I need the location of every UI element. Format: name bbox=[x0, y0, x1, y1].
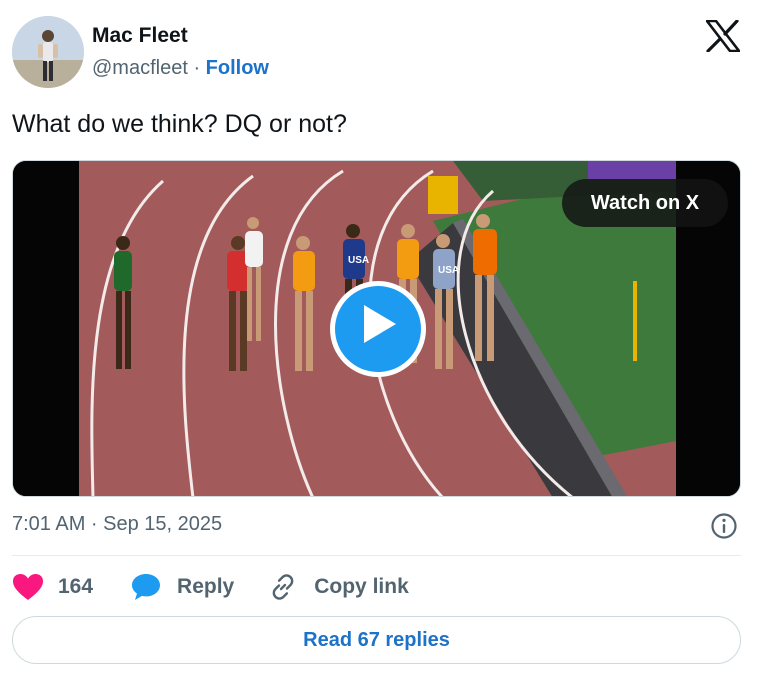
watch-on-x-button[interactable]: Watch on X bbox=[562, 179, 728, 227]
author-handle-row: @macfleet · Follow bbox=[92, 57, 269, 80]
bib-label-usa-1: USA bbox=[348, 255, 369, 266]
handle-separator: · bbox=[187, 57, 206, 79]
author-handle[interactable]: @macfleet bbox=[92, 57, 188, 79]
chat-bubble-icon bbox=[131, 573, 161, 601]
camera-rig bbox=[428, 176, 458, 214]
heart-icon bbox=[12, 573, 44, 601]
play-button[interactable] bbox=[330, 281, 426, 377]
like-count: 164 bbox=[58, 575, 94, 598]
divider bbox=[12, 555, 741, 556]
link-icon bbox=[268, 572, 298, 602]
tweet-text: What do we think? DQ or not? bbox=[12, 110, 347, 138]
author-name[interactable]: Mac Fleet bbox=[92, 24, 188, 48]
bib-label-usa-2: USA bbox=[438, 265, 459, 276]
x-logo-icon[interactable] bbox=[705, 19, 741, 53]
read-replies-button[interactable]: Read 67 replies bbox=[12, 616, 741, 664]
info-icon[interactable] bbox=[710, 512, 738, 540]
like-button[interactable]: 164 bbox=[12, 573, 131, 601]
copy-link-label: Copy link bbox=[314, 575, 409, 598]
follow-button[interactable]: Follow bbox=[206, 57, 269, 79]
copy-link-button[interactable]: Copy link bbox=[268, 572, 409, 602]
play-icon bbox=[364, 305, 396, 343]
action-bar: 164 Reply Copy link bbox=[12, 570, 409, 604]
reply-label: Reply bbox=[177, 575, 235, 598]
reply-button[interactable]: Reply bbox=[131, 573, 268, 601]
avatar[interactable] bbox=[12, 16, 84, 88]
tweet-timestamp[interactable]: 7:01 AM · Sep 15, 2025 bbox=[12, 513, 222, 536]
